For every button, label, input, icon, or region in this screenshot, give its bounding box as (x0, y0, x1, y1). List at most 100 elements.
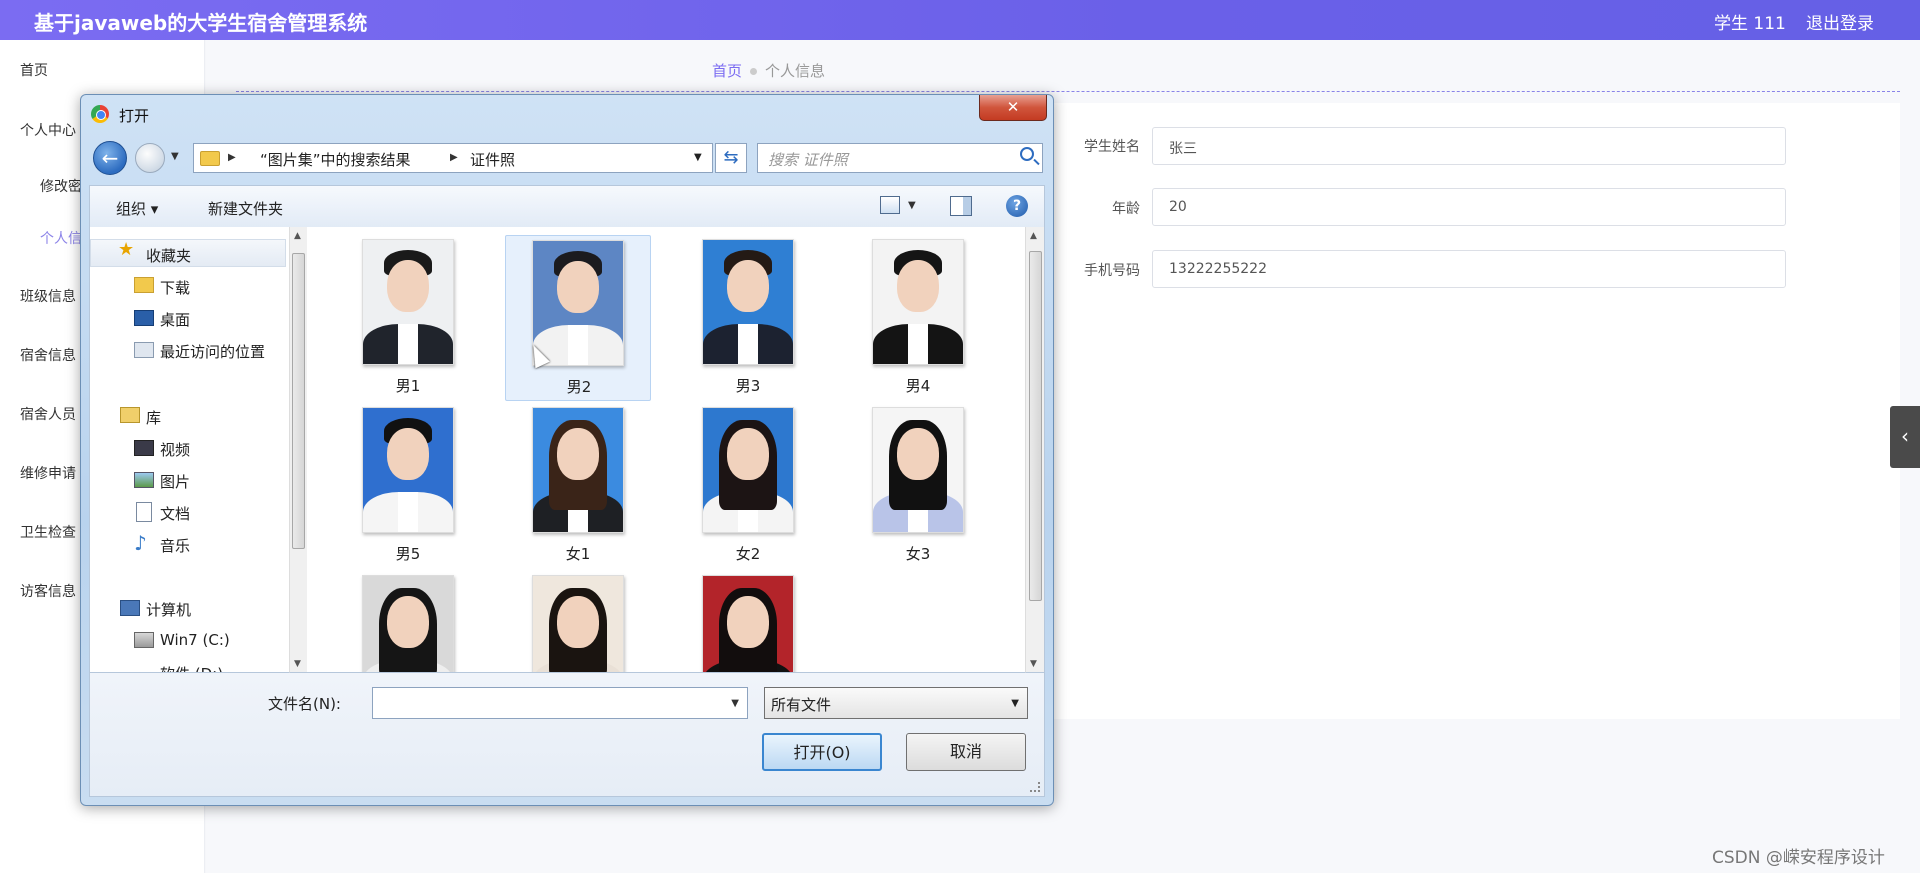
nav-documents[interactable]: 文档 (160, 503, 190, 524)
preview-pane-icon[interactable] (950, 196, 972, 216)
document-icon (136, 502, 152, 522)
address-dropdown-icon[interactable]: ▼ (694, 152, 702, 163)
nav-drive-c[interactable]: Win7 (C:) (160, 631, 230, 649)
name-field[interactable]: 张三 (1152, 127, 1786, 165)
file-item[interactable] (675, 571, 821, 672)
file-name: 女3 (905, 545, 931, 563)
nav-drive-d[interactable]: 软件 (D:) (160, 663, 223, 672)
dialog-close-button[interactable]: ✕ (979, 95, 1047, 121)
dialog-title: 打开 (119, 107, 150, 125)
close-icon: ✕ (1006, 98, 1020, 116)
phone-field[interactable]: 13222255222 (1152, 250, 1786, 288)
nav-videos[interactable]: 视频 (160, 439, 190, 460)
star-icon: ★ (118, 239, 135, 260)
photo-thumbnail (532, 407, 624, 533)
breadcrumb-home[interactable]: 首页 (712, 62, 742, 80)
file-open-dialog: 打开 ✕ ← ▼ ▶ “图片集”中的搜索结果 ▶ 证件照 ▼ ⇆ 搜索 证件照 … (80, 94, 1054, 806)
logout-link[interactable]: 退出登录 (1806, 9, 1874, 34)
breadcrumb: 首页 个人信息 (712, 60, 825, 81)
scroll-down-icon[interactable]: ▼ (1030, 659, 1037, 669)
file-item[interactable]: 女1 (505, 403, 651, 569)
breadcrumb-current: 个人信息 (765, 62, 826, 80)
nav-desktop[interactable]: 桌面 (160, 309, 190, 330)
sidebar-item-personal-info[interactable]: 个人信 (40, 228, 80, 248)
file-item[interactable]: 女2 (675, 403, 821, 569)
chevron-right-icon: ▶ (228, 152, 236, 163)
age-field[interactable]: 20 (1152, 188, 1786, 226)
arrow-left-icon: ← (101, 146, 119, 170)
cancel-button[interactable]: 取消 (906, 733, 1026, 771)
photo-thumbnail (702, 575, 794, 672)
breadcrumb-separator (750, 68, 758, 75)
photo-thumbnail (362, 407, 454, 533)
nav-computer[interactable]: 计算机 (146, 599, 191, 620)
refresh-button[interactable]: ⇆ (715, 143, 747, 173)
sidebar-item-class-info[interactable]: 班级信息 (20, 286, 80, 306)
sidebar-item-home[interactable]: 首页 (20, 60, 48, 80)
file-item[interactable]: 男5 (335, 403, 481, 569)
chevron-down-icon[interactable]: ▼ (731, 698, 739, 709)
nav-libraries[interactable]: 库 (146, 407, 161, 428)
chevron-right-icon: ▶ (450, 152, 458, 163)
address-segment-folder[interactable]: 证件照 (470, 149, 515, 170)
file-item[interactable]: 男3 (675, 235, 821, 401)
organize-button[interactable]: 组织 ▾ (116, 198, 158, 219)
nav-downloads[interactable]: 下载 (160, 277, 190, 298)
search-placeholder: 搜索 证件照 (768, 151, 848, 169)
sidebar-item-visitor[interactable]: 访客信息 (20, 581, 80, 601)
recent-places-icon (134, 342, 154, 358)
forward-button[interactable] (135, 143, 165, 173)
watermark: CSDN @嵘安程序设计 (1712, 848, 1885, 868)
new-folder-button[interactable]: 新建文件夹 (208, 198, 283, 219)
nav-favorites[interactable]: 收藏夹 (146, 245, 191, 266)
refresh-icon: ⇆ (723, 147, 739, 168)
view-icon[interactable] (880, 196, 900, 214)
back-button[interactable]: ← (93, 141, 127, 175)
field-label-name: 学生姓名 (1084, 139, 1140, 155)
chevron-left-icon: ‹ (1901, 424, 1909, 448)
nav-recent-places[interactable]: 最近访问的位置 (160, 341, 265, 362)
view-dropdown-icon[interactable]: ▼ (908, 200, 916, 211)
field-label-phone: 手机号码 (1084, 263, 1140, 279)
panel-toggle-button[interactable]: ‹ (1890, 406, 1920, 468)
file-grid-scrollbar[interactable]: ▲ ▼ (1025, 227, 1045, 673)
scrollbar-thumb[interactable] (1029, 251, 1042, 601)
photo-thumbnail (362, 575, 454, 672)
navigation-scrollbar[interactable]: ▲ ▼ (289, 227, 307, 673)
sidebar-item-repair[interactable]: 维修申请 (20, 463, 80, 483)
library-icon (120, 407, 140, 423)
divider (236, 91, 1900, 92)
dialog-footer: 文件名(N): ▼ 所有文件 ▼ 打开(O) 取消 (89, 673, 1045, 797)
photo-thumbnail (872, 407, 964, 533)
scrollbar-thumb[interactable] (292, 253, 305, 549)
scroll-up-icon[interactable]: ▲ (294, 231, 301, 241)
file-item[interactable]: 男1 (335, 235, 481, 401)
nav-music[interactable]: 音乐 (160, 535, 190, 556)
scroll-down-icon[interactable]: ▼ (294, 659, 301, 669)
filename-input[interactable]: ▼ (372, 687, 748, 719)
sidebar-item-dorm-members[interactable]: 宿舍人员 (20, 404, 80, 424)
recent-locations-dropdown[interactable]: ▼ (171, 151, 179, 162)
sidebar-item-personal-center[interactable]: 个人中心 (20, 120, 80, 140)
photo-thumbnail (362, 239, 454, 365)
help-icon[interactable]: ? (1006, 195, 1028, 217)
search-input[interactable]: 搜索 证件照 (757, 143, 1043, 173)
file-item[interactable]: 男4 (845, 235, 991, 401)
sidebar-item-dorm-info[interactable]: 宿舍信息 (20, 345, 80, 365)
sidebar-item-hygiene[interactable]: 卫生检查 (20, 522, 80, 542)
file-item[interactable]: 女3 (845, 403, 991, 569)
address-segment-search-results[interactable]: “图片集”中的搜索结果 (260, 149, 411, 170)
nav-pictures[interactable]: 图片 (160, 471, 190, 492)
file-item[interactable] (505, 571, 651, 672)
resize-grip-icon[interactable] (1030, 782, 1040, 792)
scroll-up-icon[interactable]: ▲ (1030, 231, 1037, 241)
photo-thumbnail (702, 407, 794, 533)
file-type-select[interactable]: 所有文件 ▼ (764, 687, 1028, 719)
file-item[interactable]: 男2 (505, 235, 651, 401)
file-name: 男3 (735, 377, 761, 395)
open-button[interactable]: 打开(O) (762, 733, 882, 771)
file-item[interactable] (335, 571, 481, 672)
address-bar[interactable]: ▶ “图片集”中的搜索结果 ▶ 证件照 ▼ (193, 143, 713, 173)
drive-icon (134, 632, 154, 648)
sidebar-item-change-password[interactable]: 修改密 (40, 176, 80, 196)
